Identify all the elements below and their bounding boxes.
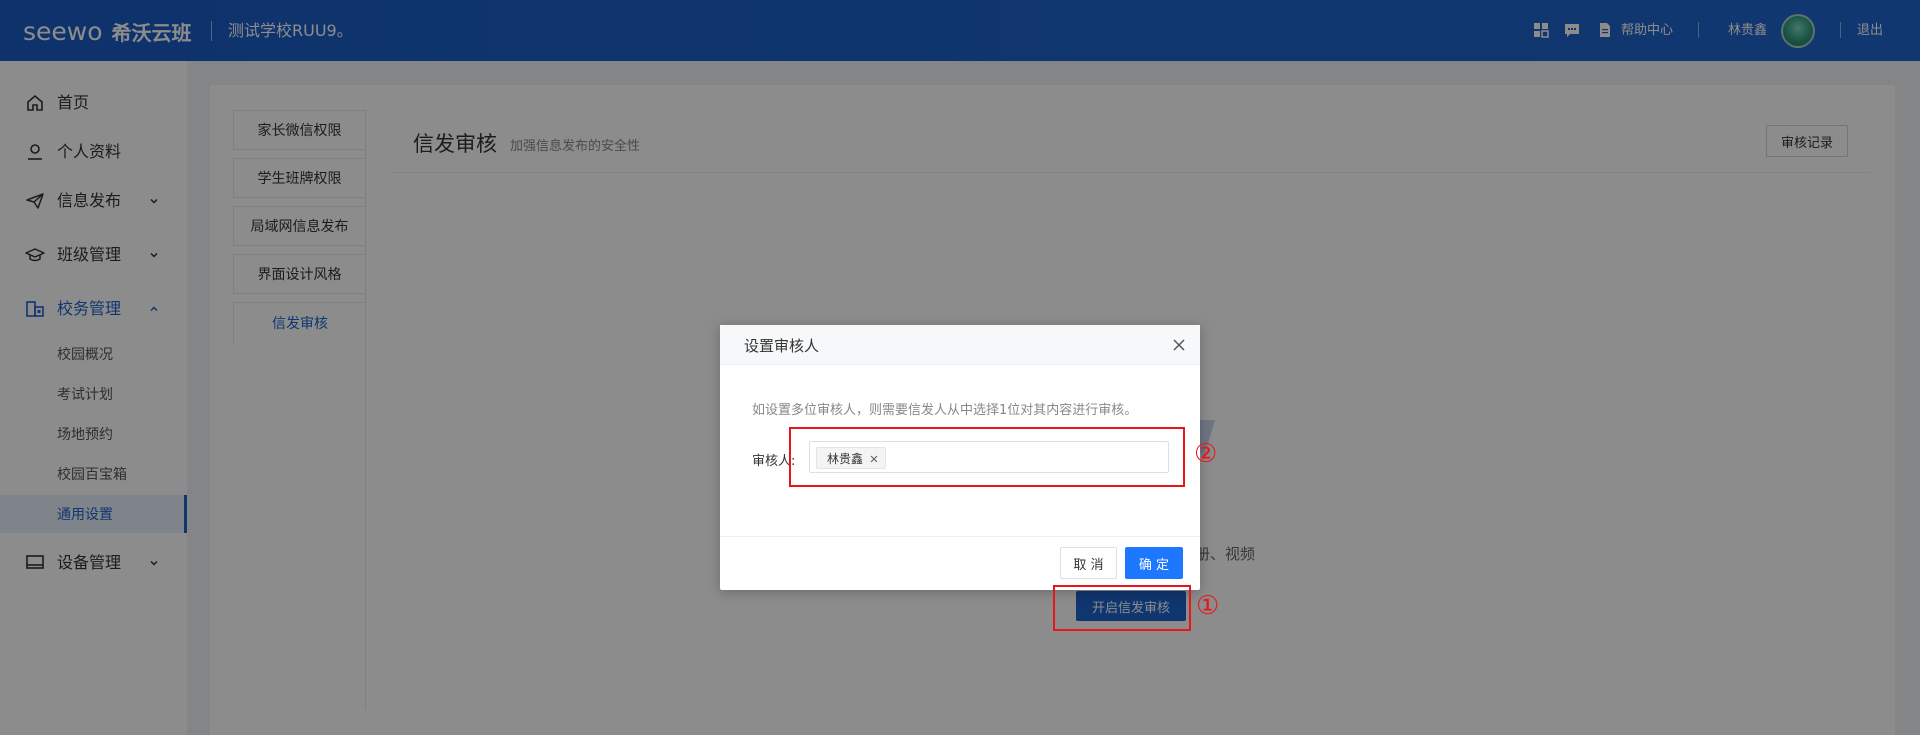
confirm-button[interactable]: 确 定 — [1125, 547, 1183, 579]
annotation-box-reviewer — [789, 427, 1185, 487]
annotation-number-1: ① — [1196, 591, 1220, 621]
dialog-title: 设置审核人 — [744, 337, 820, 355]
close-icon[interactable] — [1171, 337, 1187, 353]
dialog-tip: 如设置多位审核人，则需要信发人从中选择1位对其内容进行审核。 — [752, 403, 1138, 418]
dialog-footer-divider — [720, 536, 1200, 537]
cancel-button[interactable]: 取 消 — [1060, 547, 1117, 579]
dialog-header: 设置审核人 — [720, 325, 1200, 365]
annotation-box-enable — [1053, 585, 1191, 631]
annotation-number-2: ② — [1194, 439, 1218, 469]
